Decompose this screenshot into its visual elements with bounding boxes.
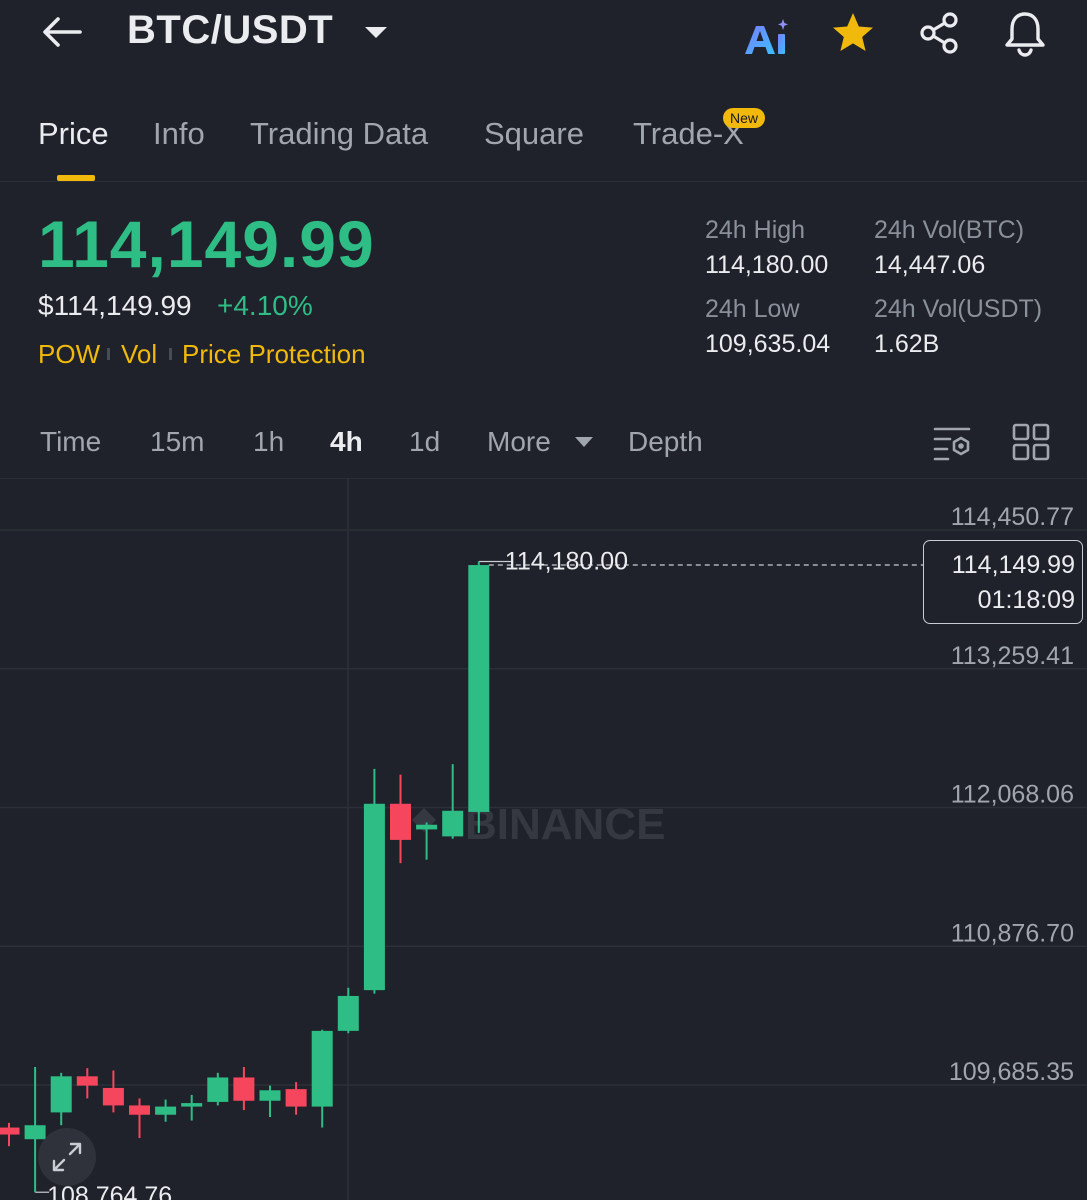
chart-settings-icon[interactable] <box>932 422 972 462</box>
candle-down <box>102 1087 124 1106</box>
interval-depth[interactable]: Depth <box>628 426 703 458</box>
candle-up <box>259 1090 281 1101</box>
candle-countdown: 01:18:09 <box>977 586 1075 614</box>
stat-low-value: 109,635.04 <box>705 330 831 358</box>
y-axis-label: 114,450.77 <box>951 503 1074 531</box>
candle-up <box>337 995 359 1031</box>
candle-down <box>76 1076 98 1086</box>
watermark-text: BINANCE <box>465 800 665 849</box>
tag-separator <box>107 348 110 360</box>
interval-4h[interactable]: 4h <box>330 426 363 458</box>
tag-pow[interactable]: POW <box>38 339 100 370</box>
tag-price-protection[interactable]: Price Protection <box>182 339 366 370</box>
change-percent: +4.10% <box>217 290 313 321</box>
candle-down <box>0 1127 20 1135</box>
ai-icon[interactable] <box>742 16 792 58</box>
stat-vol-btc-label: 24h Vol(BTC) <box>874 216 1025 244</box>
share-icon[interactable] <box>915 10 963 56</box>
interval-more[interactable]: More <box>487 426 551 458</box>
fullscreen-button[interactable] <box>38 1128 96 1186</box>
divider <box>0 181 1087 182</box>
stat-vol-usdt-label: 24h Vol(USDT) <box>874 295 1043 323</box>
candle-up <box>207 1077 229 1102</box>
expand-icon <box>52 1142 82 1172</box>
caret-down-icon[interactable] <box>362 22 390 42</box>
last-price: 114,149.99 <box>38 207 375 281</box>
candle-up <box>416 824 438 830</box>
stat-low-label: 24h Low <box>705 295 800 323</box>
stat-vol-usdt-value: 1.62B <box>874 330 940 358</box>
candle-up <box>442 810 464 837</box>
pair-title[interactable]: BTC/USDT <box>127 8 333 53</box>
tab-trading-data[interactable]: Trading Data <box>250 116 428 152</box>
candle-up <box>155 1106 177 1115</box>
caret-down-icon[interactable] <box>573 434 595 450</box>
layout-grid-icon[interactable] <box>1011 422 1051 462</box>
interval-1h[interactable]: 1h <box>253 426 284 458</box>
candle-up <box>363 803 385 991</box>
y-axis-label: 110,876.70 <box>951 919 1074 947</box>
candle-down <box>233 1077 255 1101</box>
interval-1d[interactable]: 1d <box>409 426 440 458</box>
candles <box>0 561 490 1193</box>
star-icon[interactable] <box>829 10 877 56</box>
candle-up <box>181 1103 203 1107</box>
y-axis-label: 113,259.41 <box>951 642 1074 670</box>
new-badge: New <box>723 108 766 128</box>
candle-up <box>50 1076 72 1113</box>
current-price-label: 114,149.99 <box>951 551 1075 579</box>
stat-high-value: 114,180.00 <box>705 251 829 279</box>
stat-vol-btc-value: 14,447.06 <box>874 251 986 279</box>
tab-price[interactable]: Price <box>38 116 109 152</box>
interval-15m[interactable]: 15m <box>150 426 204 458</box>
candle-down <box>390 803 411 840</box>
tag-vol[interactable]: Vol <box>121 339 157 370</box>
high-marker-label: 114,180.00 <box>505 548 628 576</box>
candle-up <box>468 565 490 812</box>
candle-down <box>129 1105 150 1115</box>
candle-up <box>311 1030 333 1107</box>
usd-price: $114,149.99 <box>38 290 192 321</box>
y-axis-label: 109,685.35 <box>949 1058 1074 1086</box>
tab-square[interactable]: Square <box>484 116 584 152</box>
tab-info[interactable]: Info <box>153 116 205 152</box>
arrow-left-icon[interactable] <box>38 10 86 54</box>
interval-time[interactable]: Time <box>40 426 101 458</box>
candle-down <box>285 1089 307 1107</box>
y-axis-label: 112,068.06 <box>951 781 1074 809</box>
tag-separator <box>169 348 172 360</box>
bell-icon[interactable] <box>1000 8 1050 58</box>
stat-high-label: 24h High <box>705 216 806 244</box>
